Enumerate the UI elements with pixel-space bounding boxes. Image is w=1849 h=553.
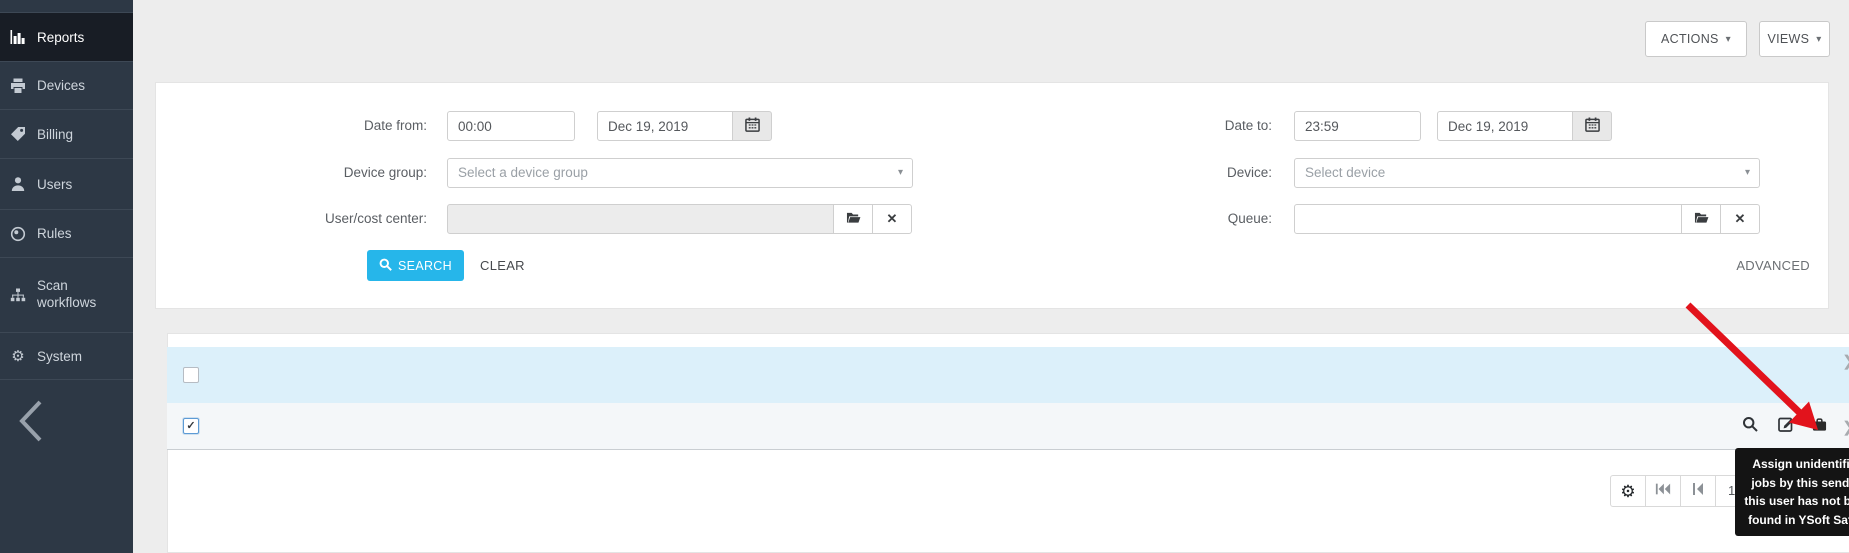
caret-down-icon: ▾ [898, 159, 903, 187]
user-cost-center-label: User/cost center: [200, 204, 427, 234]
sidebar-item-label: System [37, 349, 82, 364]
sidebar-item-label: Billing [37, 127, 73, 142]
edit-icon [1778, 416, 1794, 437]
close-icon: ✕ [887, 211, 898, 227]
briefcase-icon [1812, 417, 1827, 437]
target-icon [9, 226, 27, 242]
date-to-calendar-button[interactable] [1572, 111, 1612, 141]
sidebar-item-label: Rules [37, 226, 72, 241]
gear-icon: ⚙ [9, 347, 27, 365]
row-preview-button[interactable] [1742, 403, 1758, 450]
date-to-time-input[interactable] [1294, 111, 1421, 141]
sidebar-item-label: Reports [37, 30, 84, 45]
search-icon [379, 258, 392, 274]
views-button-label: VIEWS [1767, 32, 1809, 46]
date-from-label: Date from: [200, 111, 427, 141]
clipped-edge-icon: ❯ [1842, 418, 1849, 436]
date-from-date-input[interactable] [597, 111, 733, 141]
actions-button-label: ACTIONS [1661, 32, 1719, 46]
sidebar-item-devices[interactable]: Devices [0, 62, 133, 110]
user-icon [9, 176, 27, 192]
clear-button[interactable]: CLEAR [480, 250, 525, 281]
sidebar-item-partial [0, 0, 133, 13]
first-page-icon [1655, 482, 1671, 501]
assign-sender-tooltip: Assign unidentified jobs by this sender;… [1735, 448, 1849, 536]
device-group-placeholder: Select a device group [458, 165, 588, 180]
caret-down-icon: ▾ [1745, 159, 1750, 187]
sidebar-item-billing[interactable]: Billing [0, 110, 133, 159]
chevron-left-icon [10, 433, 54, 450]
row-edit-button[interactable] [1778, 403, 1794, 450]
date-from-time-input[interactable] [447, 111, 575, 141]
search-button-label: SEARCH [398, 259, 452, 273]
date-from-calendar-button[interactable] [732, 111, 772, 141]
user-cost-center-clear-button[interactable]: ✕ [872, 204, 912, 234]
magnifier-icon [1742, 416, 1758, 437]
advanced-link[interactable]: ADVANCED [1690, 250, 1810, 281]
queue-label: Queue: [1050, 204, 1272, 234]
clipped-edge-icon: ❯ [1842, 352, 1849, 370]
sidebar-item-label: Users [37, 177, 72, 192]
device-select[interactable]: Select device ▾ [1294, 158, 1760, 188]
sidebar-item-users[interactable]: Users [0, 159, 133, 210]
gear-icon: ⚙ [1620, 483, 1635, 500]
tag-icon [9, 126, 27, 142]
user-cost-center-browse-button[interactable] [833, 204, 873, 234]
table-header-row [167, 347, 1849, 403]
caret-down-icon: ▾ [1816, 34, 1821, 45]
select-all-checkbox[interactable] [183, 367, 199, 383]
sidebar: Reports Devices Billing Users Rules Scan… [0, 0, 133, 553]
sitemap-icon [9, 287, 27, 303]
search-button[interactable]: SEARCH [367, 250, 464, 281]
queue-browse-button[interactable] [1681, 204, 1721, 234]
close-icon: ✕ [1735, 211, 1746, 227]
sidebar-collapse-button[interactable] [10, 396, 54, 446]
queue-input[interactable] [1294, 204, 1682, 234]
queue-clear-button[interactable]: ✕ [1720, 204, 1760, 234]
previous-page-icon [1692, 482, 1704, 501]
table-settings-button[interactable]: ⚙ [1610, 475, 1646, 507]
sidebar-item-label: Devices [37, 78, 85, 93]
folder-icon [1694, 211, 1709, 228]
row-checkbox[interactable]: ✓ [183, 418, 199, 434]
tooltip-bold-text: Assign [1752, 457, 1792, 471]
sidebar-item-scan-workflows[interactable]: Scan workflows [0, 258, 133, 333]
device-group-label: Device group: [200, 158, 427, 188]
views-button[interactable]: VIEWS ▾ [1759, 21, 1830, 57]
device-group-select[interactable]: Select a device group ▾ [447, 158, 913, 188]
caret-down-icon: ▾ [1726, 34, 1731, 45]
printer-icon [9, 78, 27, 94]
previous-page-button[interactable] [1680, 475, 1716, 507]
sidebar-item-rules[interactable]: Rules [0, 210, 133, 258]
date-to-date-input[interactable] [1437, 111, 1573, 141]
table-row[interactable] [167, 403, 1849, 450]
sidebar-item-label: Scan workflows [37, 278, 125, 312]
sidebar-item-reports[interactable]: Reports [0, 13, 133, 62]
bar-chart-icon [9, 29, 27, 45]
row-assign-sender-button[interactable] [1812, 403, 1827, 450]
user-cost-center-input[interactable] [447, 204, 834, 234]
sidebar-item-system[interactable]: ⚙ System [0, 333, 133, 380]
device-placeholder: Select device [1305, 165, 1385, 180]
device-label: Device: [1050, 158, 1272, 188]
folder-icon [846, 211, 861, 228]
calendar-icon [1585, 117, 1600, 135]
date-to-label: Date to: [1050, 111, 1272, 141]
actions-button[interactable]: ACTIONS ▾ [1645, 21, 1747, 57]
first-page-button[interactable] [1645, 475, 1681, 507]
calendar-icon [745, 117, 760, 135]
